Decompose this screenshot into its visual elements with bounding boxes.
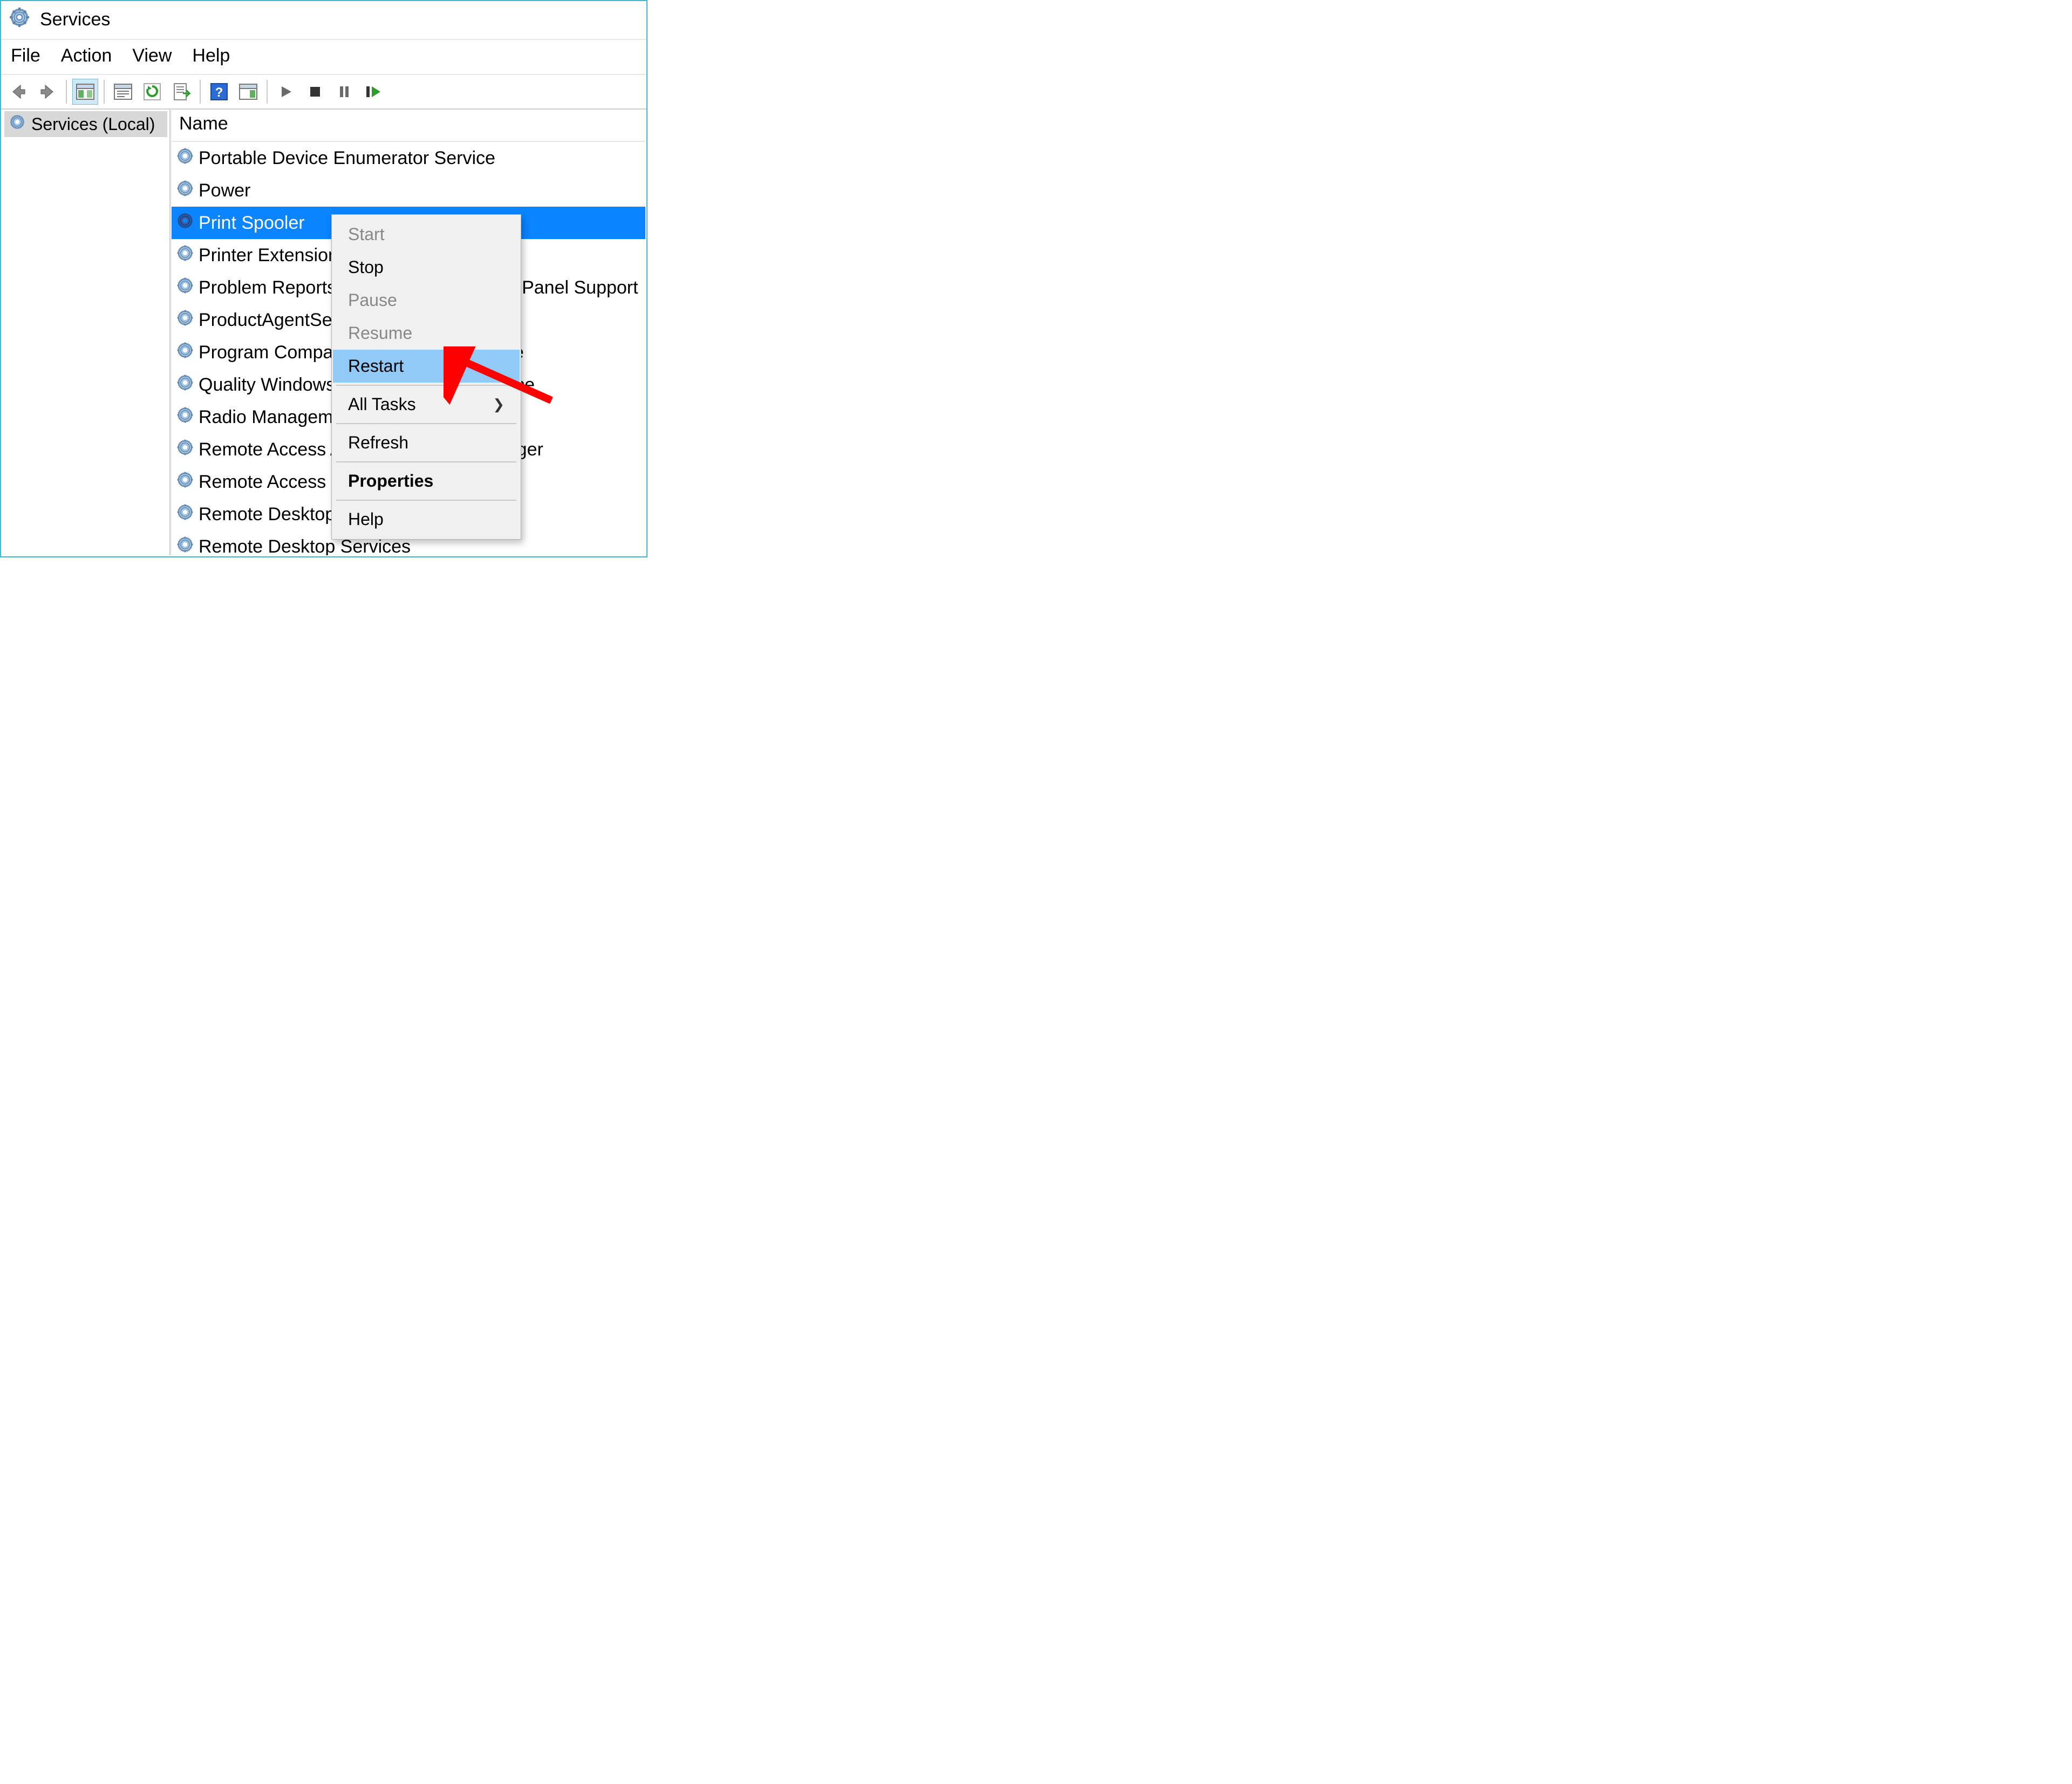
svg-text:?: ? — [215, 85, 223, 100]
menu-view[interactable]: View — [132, 45, 172, 66]
context-menu-separator — [336, 500, 516, 501]
menu-help[interactable]: Help — [192, 45, 230, 66]
toolbar-show-hide-tree-button[interactable] — [72, 79, 98, 105]
toolbar-properties-button[interactable] — [110, 79, 136, 105]
menu-action[interactable]: Action — [61, 45, 112, 66]
gear-icon — [176, 309, 194, 332]
window-title: Services — [40, 9, 110, 30]
gear-icon — [176, 179, 194, 202]
context-menu-help[interactable]: Help — [333, 503, 520, 536]
toolbar-refresh-button[interactable] — [139, 79, 165, 105]
context-menu-properties[interactable]: Properties — [333, 465, 520, 498]
context-menu-separator — [336, 385, 516, 386]
gear-icon — [176, 212, 194, 235]
context-menu-resume: Resume — [333, 317, 520, 350]
toolbar-back-button[interactable] — [5, 79, 31, 105]
gear-icon — [9, 113, 26, 135]
toolbar-show-hide-action-pane-button[interactable] — [235, 79, 261, 105]
toolbar-pause-service-button[interactable] — [331, 79, 357, 105]
gear-icon — [176, 244, 194, 267]
context-menu-start: Start — [333, 218, 520, 251]
services-app-icon — [9, 6, 30, 32]
context-menu-pause: Pause — [333, 284, 520, 317]
service-row[interactable]: Portable Device Enumerator Service — [172, 142, 645, 174]
content-area: Services (Local) Name Portable Device En… — [2, 109, 645, 555]
tree-node-services-local[interactable]: Services (Local) — [4, 111, 167, 137]
context-menu-restart[interactable]: Restart — [333, 350, 520, 383]
menu-bar: File Action View Help — [1, 40, 646, 75]
toolbar-separator — [200, 80, 201, 104]
gear-icon — [176, 147, 194, 170]
toolbar-start-service-button[interactable] — [273, 79, 299, 105]
gear-icon — [176, 438, 194, 461]
gear-icon — [176, 471, 194, 494]
services-window: Services File Action View Help ? — [0, 0, 648, 557]
toolbar: ? — [1, 75, 646, 110]
context-menu-separator — [336, 423, 516, 424]
context-menu-separator — [336, 461, 516, 462]
toolbar-separator — [104, 80, 105, 104]
toolbar-separator — [267, 80, 268, 104]
gear-icon — [176, 406, 194, 429]
toolbar-separator — [66, 80, 67, 104]
service-name-label: Print Spooler — [199, 213, 305, 234]
toolbar-restart-service-button[interactable] — [360, 79, 386, 105]
column-header-name[interactable]: Name — [172, 109, 645, 142]
chevron-right-icon: ❯ — [493, 396, 505, 413]
context-menu: Start Stop Pause Resume Restart All Task… — [331, 214, 521, 540]
service-row[interactable]: Power — [172, 174, 645, 207]
context-menu-stop[interactable]: Stop — [333, 251, 520, 284]
gear-icon — [176, 341, 194, 364]
gear-icon — [176, 276, 194, 299]
tree-node-label: Services (Local) — [31, 114, 155, 134]
gear-icon — [176, 535, 194, 556]
gear-icon — [176, 373, 194, 397]
toolbar-export-list-button[interactable] — [168, 79, 194, 105]
context-menu-all-tasks[interactable]: All Tasks ❯ — [333, 388, 520, 421]
toolbar-forward-button[interactable] — [35, 79, 60, 105]
navigation-tree[interactable]: Services (Local) — [2, 109, 171, 555]
service-name-label: Portable Device Enumerator Service — [199, 148, 495, 169]
menu-file[interactable]: File — [11, 45, 40, 66]
toolbar-help-button[interactable]: ? — [206, 79, 232, 105]
context-menu-refresh[interactable]: Refresh — [333, 426, 520, 459]
service-name-label: Power — [199, 180, 250, 201]
title-bar: Services — [1, 1, 646, 40]
toolbar-stop-service-button[interactable] — [302, 79, 328, 105]
gear-icon — [176, 503, 194, 526]
